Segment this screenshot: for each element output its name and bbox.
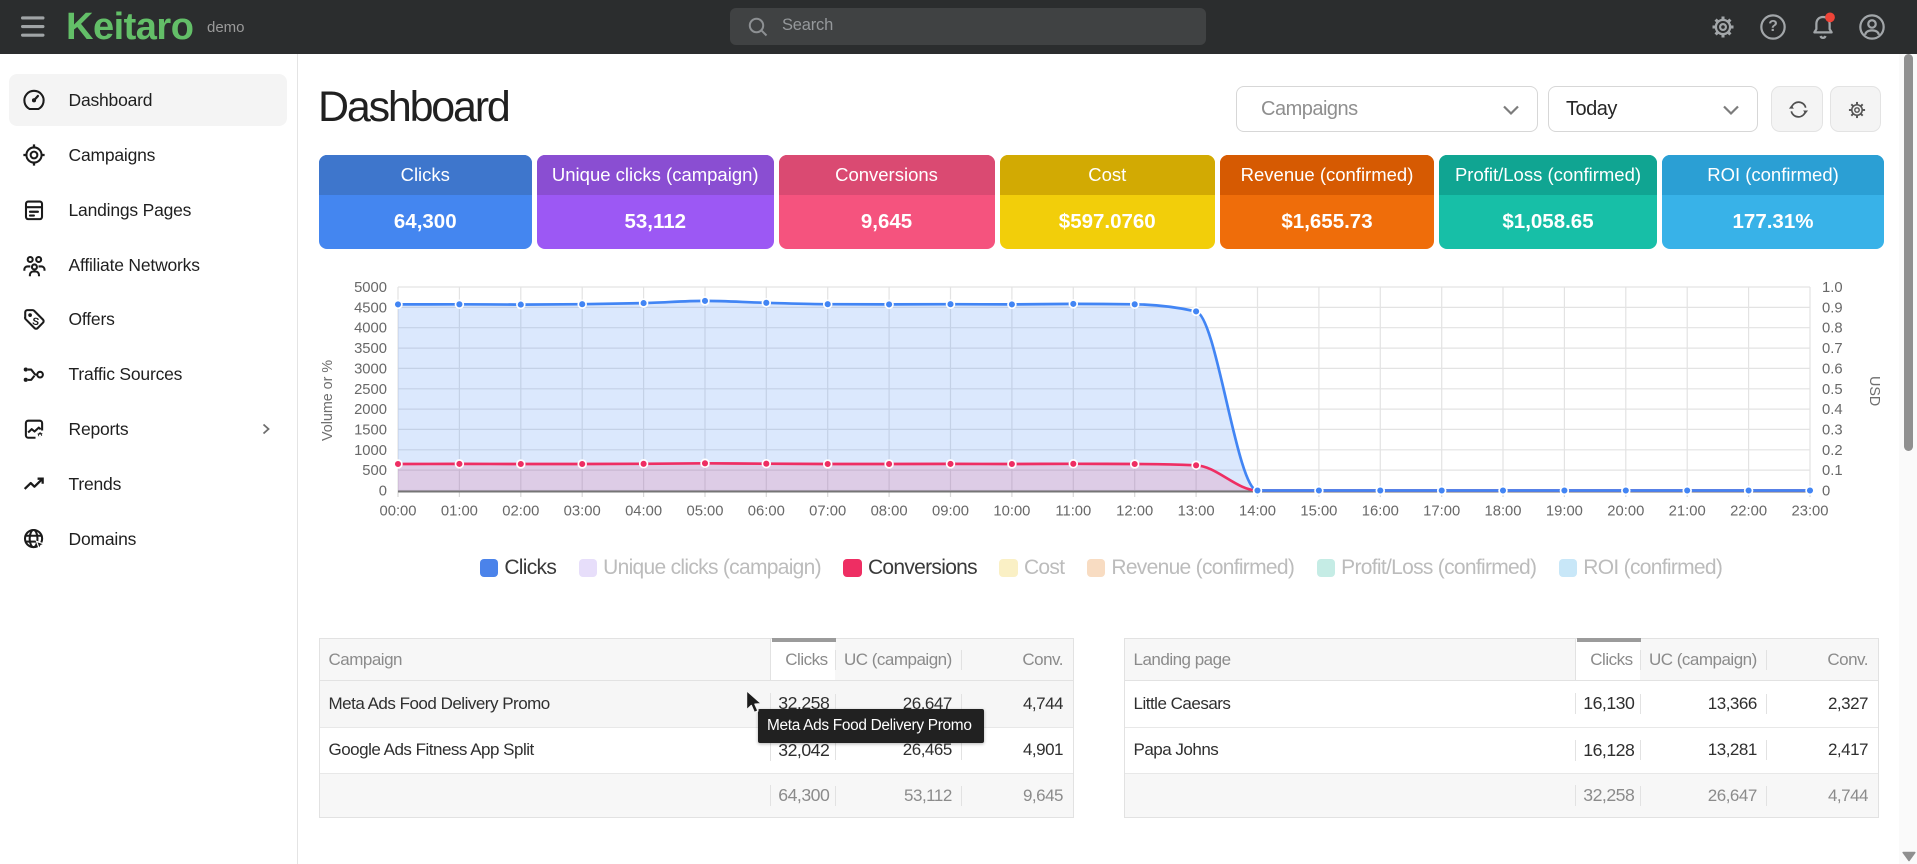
svg-text:0.7: 0.7 bbox=[1822, 341, 1843, 357]
svg-text:15:00: 15:00 bbox=[1300, 504, 1337, 520]
svg-text:00:00: 00:00 bbox=[379, 504, 416, 520]
svg-text:19:00: 19:00 bbox=[1546, 504, 1583, 520]
svg-text:USD: USD bbox=[1866, 376, 1882, 406]
svg-text:2500: 2500 bbox=[354, 382, 387, 398]
svg-text:20:00: 20:00 bbox=[1607, 504, 1644, 520]
svg-text:23:00: 23:00 bbox=[1791, 504, 1828, 520]
svg-text:11:00: 11:00 bbox=[1055, 504, 1091, 520]
svg-text:12:00: 12:00 bbox=[1116, 504, 1153, 520]
svg-text:04:00: 04:00 bbox=[625, 504, 662, 520]
svg-text:?: ? bbox=[1768, 18, 1778, 35]
svg-text:21:00: 21:00 bbox=[1669, 504, 1706, 520]
svg-text:0.2: 0.2 bbox=[1822, 443, 1843, 459]
svg-text:14:00: 14:00 bbox=[1239, 504, 1276, 520]
svg-text:08:00: 08:00 bbox=[871, 504, 908, 520]
svg-text:05:00: 05:00 bbox=[686, 504, 723, 520]
svg-text:13:00: 13:00 bbox=[1178, 504, 1215, 520]
svg-text:Volume or %: Volume or % bbox=[320, 360, 336, 441]
svg-text:10:00: 10:00 bbox=[993, 504, 1030, 520]
svg-text:0.8: 0.8 bbox=[1822, 321, 1843, 337]
svg-text:03:00: 03:00 bbox=[564, 504, 601, 520]
svg-text:5000: 5000 bbox=[354, 280, 387, 296]
svg-text:0.9: 0.9 bbox=[1822, 300, 1843, 316]
svg-text:500: 500 bbox=[362, 463, 387, 479]
svg-text:18:00: 18:00 bbox=[1484, 504, 1521, 520]
svg-text:0.4: 0.4 bbox=[1822, 402, 1843, 418]
svg-text:06:00: 06:00 bbox=[748, 504, 785, 520]
svg-text:0: 0 bbox=[379, 484, 387, 500]
svg-text:0.5: 0.5 bbox=[1822, 382, 1843, 398]
svg-text:1.0: 1.0 bbox=[1822, 280, 1843, 296]
svg-text:1500: 1500 bbox=[354, 422, 387, 438]
svg-text:01:00: 01:00 bbox=[441, 504, 478, 520]
svg-text:0.6: 0.6 bbox=[1822, 361, 1843, 377]
svg-text:22:00: 22:00 bbox=[1730, 504, 1767, 520]
svg-text:3000: 3000 bbox=[354, 361, 387, 377]
svg-text:17:00: 17:00 bbox=[1423, 504, 1460, 520]
svg-text:4500: 4500 bbox=[354, 300, 387, 316]
svg-text:02:00: 02:00 bbox=[502, 504, 539, 520]
svg-text:4000: 4000 bbox=[354, 321, 387, 337]
svg-text:0.3: 0.3 bbox=[1822, 422, 1843, 438]
svg-text:2000: 2000 bbox=[354, 402, 387, 418]
svg-text:16:00: 16:00 bbox=[1362, 504, 1399, 520]
svg-text:0: 0 bbox=[1822, 484, 1830, 500]
svg-text:0.1: 0.1 bbox=[1822, 463, 1843, 479]
svg-text:3500: 3500 bbox=[354, 341, 387, 357]
svg-text:07:00: 07:00 bbox=[809, 504, 846, 520]
svg-text:1000: 1000 bbox=[354, 443, 387, 459]
svg-text:09:00: 09:00 bbox=[932, 504, 969, 520]
